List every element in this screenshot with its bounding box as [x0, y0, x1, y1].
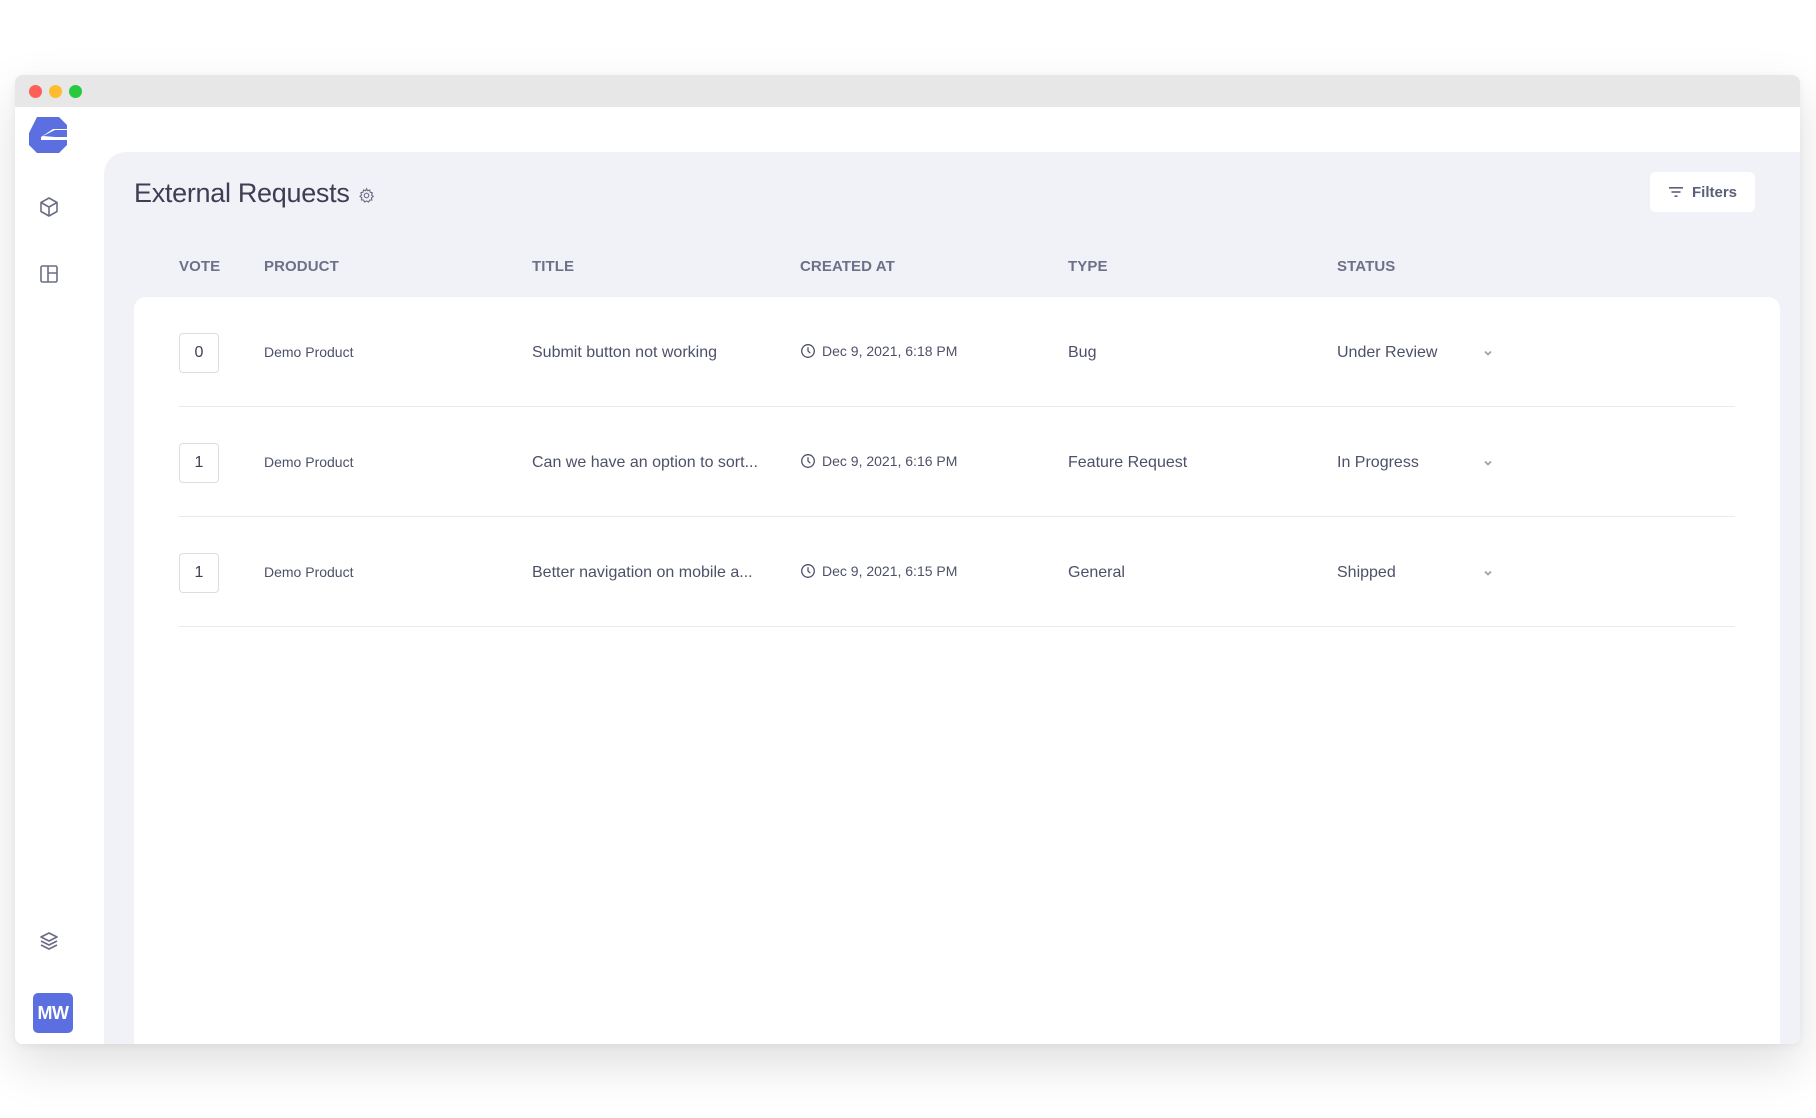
table-row[interactable]: 1 Demo Product Can we have an option to … — [179, 407, 1735, 517]
product-cell: Demo Product — [264, 344, 354, 360]
table-row[interactable]: 0 Demo Product Submit button not working… — [179, 297, 1735, 407]
minimize-window-button[interactable] — [49, 85, 62, 98]
type-cell: General — [1068, 564, 1125, 581]
settings-gear-icon[interactable] — [358, 187, 375, 204]
layers-icon[interactable] — [37, 929, 61, 953]
table-row[interactable]: 1 Demo Product Better navigation on mobi… — [179, 517, 1735, 627]
user-avatar[interactable]: MW — [33, 993, 73, 1033]
page-header: External Requests — [134, 178, 375, 209]
vote-button[interactable]: 0 — [179, 333, 219, 373]
clock-icon — [801, 344, 815, 358]
title-cell[interactable]: Can we have an option to sort... — [532, 454, 758, 472]
header-created-at[interactable]: CREATED AT — [800, 258, 895, 275]
product-cell: Demo Product — [264, 454, 354, 470]
created-at-text: Dec 9, 2021, 6:18 PM — [822, 343, 958, 359]
title-cell[interactable]: Submit button not working — [532, 344, 717, 362]
title-cell[interactable]: Better navigation on mobile a... — [532, 564, 753, 582]
created-at-cell: Dec 9, 2021, 6:18 PM — [800, 343, 957, 359]
chevron-down-icon[interactable] — [1482, 457, 1494, 469]
filters-button[interactable]: Filters — [1650, 172, 1755, 212]
close-window-button[interactable] — [29, 85, 42, 98]
main-panel: External Requests Filters VOTE PRODUCT T… — [104, 152, 1800, 1044]
filter-icon — [1668, 187, 1683, 197]
created-at-cell: Dec 9, 2021, 6:16 PM — [800, 453, 957, 469]
clock-icon — [801, 454, 815, 468]
chevron-down-icon[interactable] — [1482, 567, 1494, 579]
clock-icon — [801, 564, 815, 578]
header-vote[interactable]: VOTE — [179, 258, 220, 275]
cube-icon[interactable] — [37, 195, 61, 219]
header-product[interactable]: PRODUCT — [264, 258, 339, 275]
vote-button[interactable]: 1 — [179, 443, 219, 483]
filters-label: Filters — [1691, 183, 1737, 201]
chevron-down-icon[interactable] — [1482, 347, 1494, 359]
type-cell: Bug — [1068, 344, 1097, 361]
header-title[interactable]: TITLE — [532, 258, 574, 275]
requests-table: 0 Demo Product Submit button not working… — [134, 297, 1780, 1044]
layout-icon[interactable] — [37, 262, 61, 286]
vote-button[interactable]: 1 — [179, 553, 219, 593]
title-bar — [15, 75, 1800, 107]
header-status[interactable]: STATUS — [1337, 258, 1395, 275]
app-window: MW External Requests Filters VOTE PRODUC… — [15, 75, 1800, 1044]
product-cell: Demo Product — [264, 564, 354, 580]
header-type[interactable]: TYPE — [1068, 258, 1108, 275]
maximize-window-button[interactable] — [69, 85, 82, 98]
app-logo-icon[interactable] — [28, 115, 68, 155]
page-title: External Requests — [134, 178, 350, 208]
created-at-cell: Dec 9, 2021, 6:15 PM — [800, 563, 957, 579]
type-cell: Feature Request — [1068, 454, 1188, 471]
created-at-text: Dec 9, 2021, 6:16 PM — [822, 453, 958, 469]
sidebar: MW — [15, 107, 104, 1044]
table-header: VOTE PRODUCT TITLE CREATED AT TYPE STATU… — [104, 258, 1800, 282]
created-at-text: Dec 9, 2021, 6:15 PM — [822, 563, 958, 579]
